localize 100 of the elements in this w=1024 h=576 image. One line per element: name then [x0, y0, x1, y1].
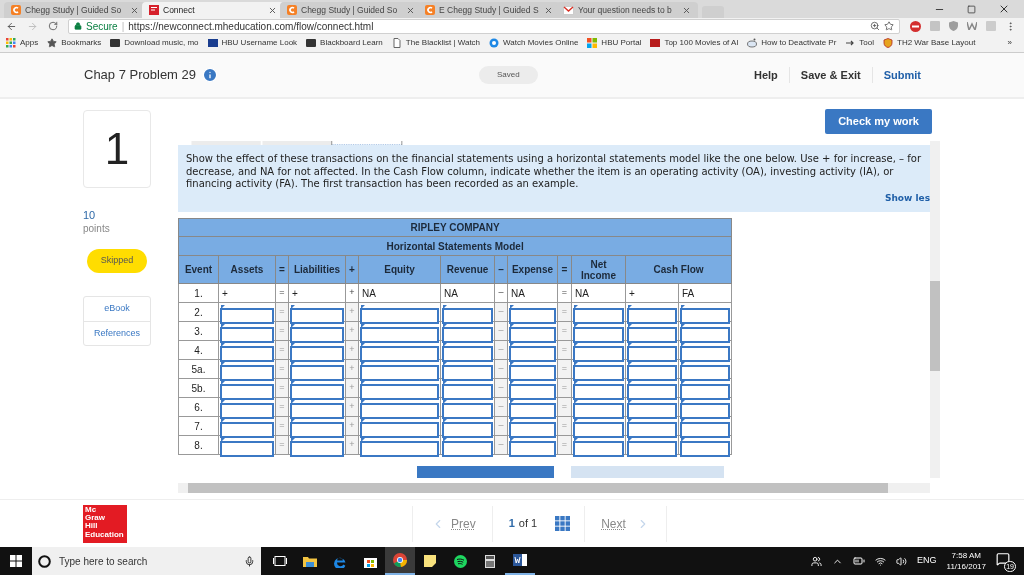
input-field[interactable] [290, 441, 344, 457]
input-field[interactable] [627, 327, 677, 343]
wifi-icon[interactable] [875, 555, 887, 567]
people-icon[interactable] [811, 555, 823, 567]
bookmark[interactable]: Download music, mo [110, 37, 199, 49]
input-field[interactable] [442, 403, 493, 419]
input-field[interactable] [220, 327, 274, 343]
input-field[interactable] [680, 422, 731, 438]
back-icon[interactable] [6, 20, 17, 32]
input-field[interactable] [290, 308, 344, 324]
input-field[interactable] [220, 365, 274, 381]
input-field[interactable] [360, 327, 439, 343]
input-field[interactable] [627, 422, 677, 438]
input-field[interactable] [573, 403, 624, 419]
grid-icon[interactable] [555, 516, 571, 531]
bookmark[interactable]: Apps [6, 37, 39, 49]
input-field[interactable] [680, 308, 731, 324]
input-field[interactable] [290, 384, 344, 400]
stop-sign-icon[interactable] [910, 20, 921, 32]
chrome-icon[interactable] [393, 553, 407, 567]
windows-icon[interactable] [10, 555, 22, 567]
input-field[interactable] [442, 308, 493, 324]
input-field[interactable] [680, 384, 731, 400]
star-icon[interactable] [884, 21, 894, 31]
input-field[interactable] [442, 441, 493, 457]
input-field[interactable] [509, 422, 556, 438]
microphone-icon[interactable] [244, 555, 255, 567]
browser-tab[interactable]: Your question needs to b [556, 2, 698, 18]
restore-icon[interactable] [967, 4, 976, 14]
input-field[interactable] [220, 403, 274, 419]
input-field[interactable] [627, 346, 677, 362]
bookmark[interactable]: HBU Portal [587, 37, 642, 49]
zoom-icon[interactable] [870, 21, 880, 31]
resource-link[interactable]: eBook [84, 297, 150, 321]
battery-icon[interactable] [853, 555, 866, 567]
input-field[interactable] [220, 441, 274, 457]
input-field[interactable] [509, 403, 556, 419]
close-icon[interactable] [268, 5, 277, 15]
input-field[interactable] [627, 441, 677, 457]
input-field[interactable] [680, 327, 731, 343]
input-field[interactable] [627, 403, 677, 419]
close-icon[interactable] [998, 3, 1010, 15]
shield-icon[interactable] [949, 21, 958, 31]
input-field[interactable] [573, 346, 624, 362]
bookmark[interactable]: Watch Movies Online [489, 37, 579, 49]
check-work-button[interactable]: Check my work [825, 109, 932, 134]
bookmark[interactable]: Top 100 Movies of Al [650, 37, 739, 49]
input-field[interactable] [680, 441, 731, 457]
clock[interactable]: 7:58 AM 11/16/2017 [946, 550, 986, 572]
input-field[interactable] [509, 308, 556, 324]
header-link[interactable]: Help [742, 66, 789, 84]
input-field[interactable] [220, 346, 274, 362]
input-field[interactable] [442, 346, 493, 362]
close-icon[interactable] [130, 5, 139, 15]
next-button[interactable]: Next [584, 505, 667, 542]
info-icon[interactable] [202, 67, 218, 83]
address-bar[interactable]: Secure | https://newconnect.mheducation.com/flow/connect.html [68, 18, 900, 34]
input-field[interactable] [360, 441, 439, 457]
input-field[interactable] [360, 365, 439, 381]
bookmark[interactable]: HBU Username Look [207, 37, 298, 49]
input-field[interactable] [442, 384, 493, 400]
input-field[interactable] [573, 441, 624, 457]
reload-icon[interactable] [48, 21, 58, 31]
input-field[interactable] [360, 422, 439, 438]
input-field[interactable] [509, 441, 556, 457]
input-field[interactable] [573, 308, 624, 324]
input-field[interactable] [509, 346, 556, 362]
more-bookmarks[interactable]: » [1007, 37, 1018, 49]
music-app-icon[interactable] [453, 554, 467, 568]
vertical-scrollbar[interactable] [930, 141, 940, 478]
notifications-icon[interactable] [996, 552, 1010, 566]
input-field[interactable] [680, 403, 731, 419]
input-field[interactable] [360, 308, 439, 324]
bookmark[interactable]: TH2 War Base Layout [883, 37, 976, 49]
header-link[interactable]: Submit [871, 66, 932, 84]
input-field[interactable] [220, 308, 274, 324]
bookmark[interactable]: The Blacklist | Watch [391, 37, 481, 49]
language-indicator[interactable]: ENG [917, 554, 937, 568]
close-icon[interactable] [544, 5, 553, 15]
input-field[interactable] [573, 384, 624, 400]
input-field[interactable] [442, 327, 493, 343]
input-field[interactable] [509, 327, 556, 343]
input-field[interactable] [290, 365, 344, 381]
input-field[interactable] [627, 308, 677, 324]
bookmark[interactable]: Blackboard Learn [306, 37, 383, 49]
close-icon[interactable] [406, 5, 415, 15]
input-field[interactable] [442, 365, 493, 381]
input-field[interactable] [220, 422, 274, 438]
header-link[interactable]: Save & Exit [788, 66, 872, 84]
input-field[interactable] [573, 327, 624, 343]
input-field[interactable] [627, 384, 677, 400]
input-field[interactable] [290, 327, 344, 343]
show-less-link[interactable]: Show les [884, 191, 930, 212]
sticky-note-icon[interactable] [424, 555, 436, 567]
resource-link[interactable]: References [84, 321, 150, 345]
input-field[interactable] [442, 422, 493, 438]
search-field[interactable]: Type here to search [32, 547, 261, 575]
document-app-icon[interactable] [513, 554, 527, 566]
task-view-icon[interactable] [273, 556, 287, 566]
input-field[interactable] [680, 346, 731, 362]
